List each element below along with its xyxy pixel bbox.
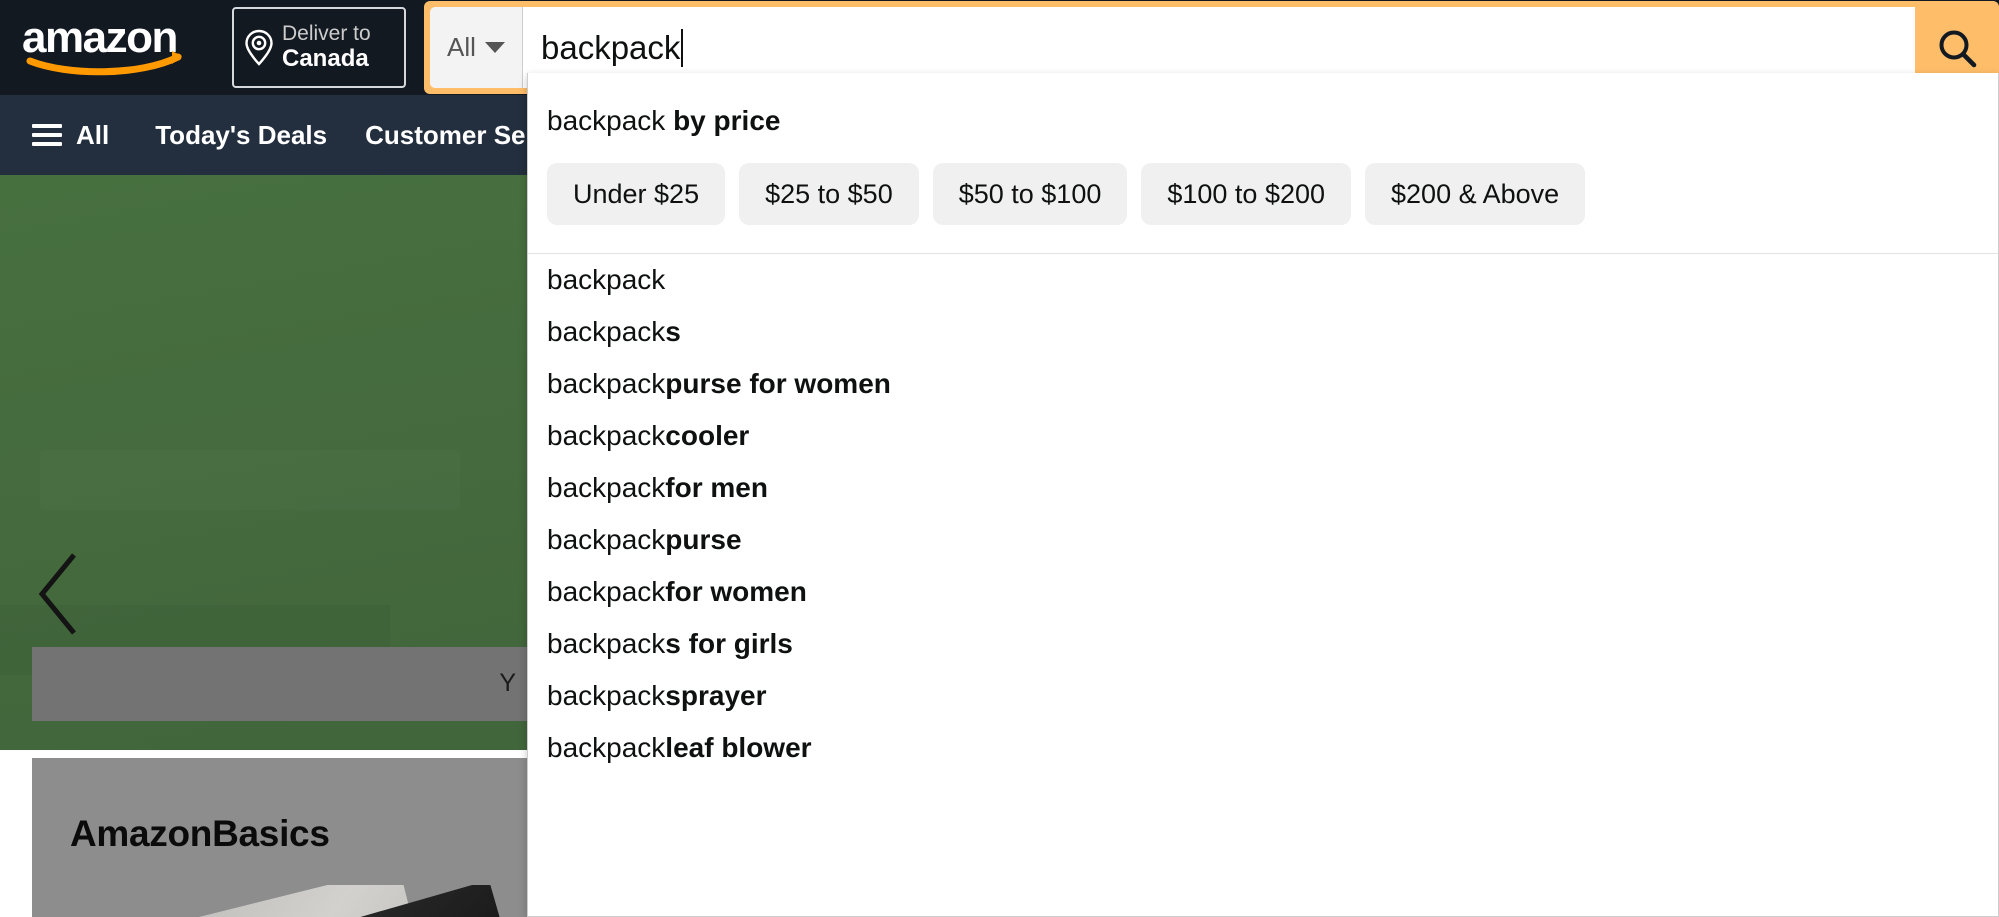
- suggestion-prefix: backpack: [547, 524, 666, 555]
- deliver-to-label: Deliver to: [282, 22, 371, 46]
- search-input-value: backpack: [541, 28, 681, 66]
- suggestion-completion: leaf blower: [665, 732, 812, 763]
- suggestion-completion: for men: [665, 472, 768, 503]
- suggestion-item[interactable]: backpack for men: [528, 462, 1998, 514]
- suggestion-completion: purse: [665, 524, 742, 555]
- deliver-to-country: Canada: [282, 44, 369, 72]
- suggestion-item[interactable]: backpack s for girls: [528, 618, 1998, 670]
- price-chip-200-and-above[interactable]: $200 & Above: [1365, 163, 1586, 225]
- price-filter-chips: Under $25 $25 to $50 $50 to $100 $100 to…: [528, 137, 1998, 225]
- search-icon: [1935, 26, 1979, 70]
- suggestion-item[interactable]: backpack: [528, 254, 1998, 306]
- suggestion-item[interactable]: backpack leaf blower: [528, 722, 1998, 774]
- svg-text:amazon: amazon: [22, 14, 177, 62]
- location-pin-icon: [242, 27, 276, 67]
- search-autocomplete-dropdown: backpack by price Under $25 $25 to $50 $…: [527, 73, 1999, 917]
- suggestion-completion: purse for women: [665, 368, 891, 399]
- price-chip-label: Under $25: [573, 178, 700, 209]
- nav-item-all[interactable]: All: [24, 110, 121, 161]
- price-chip-label: $50 to $100: [958, 178, 1102, 209]
- suggestion-item[interactable]: backpack purse for women: [528, 358, 1998, 410]
- suggestion-item[interactable]: backpack sprayer: [528, 670, 1998, 722]
- suggestion-prefix: backpack: [547, 680, 666, 711]
- suggestion-completion: s: [665, 316, 681, 347]
- suggestion-item[interactable]: backpack cooler: [528, 410, 1998, 462]
- suggestion-item[interactable]: backpack s: [528, 306, 1998, 358]
- price-chip-under-25[interactable]: Under $25: [547, 163, 726, 225]
- suggestion-completion: sprayer: [665, 680, 767, 711]
- suggestion-prefix: backpack: [547, 420, 666, 451]
- price-section-suffix: by price: [673, 105, 781, 136]
- text-cursor: [681, 28, 684, 67]
- price-chip-50-to-100[interactable]: $50 to $100: [932, 163, 1128, 225]
- suggestion-prefix: backpack: [547, 264, 666, 295]
- suggestion-prefix: backpack: [547, 316, 666, 347]
- price-chip-label: $25 to $50: [765, 178, 893, 209]
- nav-item-all-label: All: [76, 119, 110, 150]
- price-chip-100-to-200[interactable]: $100 to $200: [1141, 163, 1352, 225]
- search-scope-dropdown[interactable]: All: [430, 7, 523, 88]
- search-scope-label: All: [447, 32, 476, 62]
- promo-strip-text: Y: [499, 669, 516, 697]
- suggestion-completion: cooler: [665, 420, 750, 451]
- suggestion-completion: s for girls: [665, 628, 793, 659]
- suggestion-prefix: backpack: [547, 576, 666, 607]
- suggestion-prefix: backpack: [547, 472, 666, 503]
- price-chip-label: $100 to $200: [1167, 178, 1326, 209]
- suggestion-completion: for women: [665, 576, 807, 607]
- nav-item-todays-deals[interactable]: Today's Deals: [151, 115, 331, 156]
- amazonbasics-product-photo: [182, 885, 522, 917]
- chevron-down-icon: [484, 42, 505, 53]
- screen: Y AmazonBasics All Today's Deals Custome…: [0, 0, 1999, 917]
- suggestion-item[interactable]: backpack purse: [528, 514, 1998, 566]
- hamburger-icon: [32, 124, 62, 146]
- amazon-logo-icon[interactable]: amazon: [22, 14, 202, 76]
- suggestion-list: backpack backpack s backpack purse for wo…: [528, 254, 1998, 774]
- chevron-left-icon[interactable]: [36, 550, 86, 638]
- suggestion-prefix: backpack: [547, 628, 666, 659]
- price-section-query: backpack: [547, 105, 666, 136]
- deliver-to-selector[interactable]: Deliver to Canada: [232, 7, 406, 88]
- suggestion-item[interactable]: backpack for women: [528, 566, 1998, 618]
- hero-texture-upper: [40, 450, 460, 510]
- price-section-header: backpack by price: [528, 73, 1998, 137]
- suggestion-prefix: backpack: [547, 732, 666, 763]
- suggestion-prefix: backpack: [547, 368, 666, 399]
- price-chip-label: $200 & Above: [1391, 178, 1560, 209]
- price-chip-25-to-50[interactable]: $25 to $50: [739, 163, 919, 225]
- amazonbasics-title: AmazonBasics: [70, 813, 330, 854]
